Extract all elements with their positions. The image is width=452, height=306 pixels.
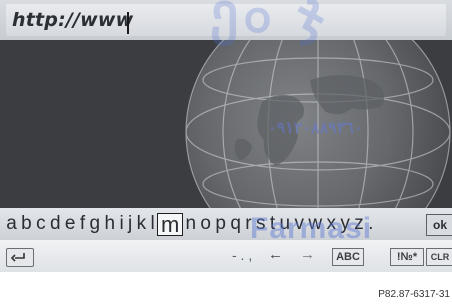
url-text: http://www [12,9,134,31]
char-key-d[interactable]: d [48,212,63,236]
back-arrow-icon [10,253,25,262]
globe-image [185,40,451,208]
char-key-a[interactable]: a [4,212,19,236]
char-key-e[interactable]: e [63,212,78,236]
image-code: P82.87-6317-31 [378,289,450,300]
char-key-q[interactable]: q [228,212,243,236]
footer: P82.87-6317-31 [0,272,452,306]
char-key-g[interactable]: g [87,212,102,236]
char-key-h[interactable]: h [102,212,117,236]
watermark-text: Farmasi [250,212,373,245]
character-bar: a b c d e f g h i j k l m n o p q r s t … [0,208,452,240]
char-key-j[interactable]: j [126,212,135,236]
numeric-button[interactable]: !№* [390,248,424,266]
back-button[interactable] [6,248,34,267]
content-area [0,40,452,208]
char-key-o[interactable]: o [198,212,213,236]
text-cursor [127,12,129,34]
char-key-k[interactable]: k [134,212,148,236]
symbol-keys[interactable]: - . , [232,247,252,263]
right-arrow-icon[interactable]: → [300,246,315,263]
char-key-n[interactable]: n [183,212,198,236]
left-arrow-icon[interactable]: ← [268,246,283,263]
char-key-l[interactable]: l [148,212,157,236]
abc-button[interactable]: ABC [332,248,364,266]
char-key-selected[interactable]: m [156,212,184,236]
char-key-p[interactable]: p [213,212,228,236]
char-key-i[interactable]: i [117,212,126,236]
watermark-phone: ٠٩١٢٠٨٨٩٣٦٠ [268,120,363,137]
char-key-c[interactable]: c [34,212,48,236]
char-key-f[interactable]: f [78,212,88,236]
browser-screen: http://www ეჿ ჯ ٠٩١٢٠٨٨٩٣٦٠ a b c d e f … [0,0,452,306]
watermark-logo: ეჿ ჯ [210,0,330,44]
clear-button[interactable]: CLR [426,248,452,266]
ok-button[interactable]: ok [426,214,452,236]
char-key-b[interactable]: b [19,212,34,236]
control-bar: - . , ← → ABC !№* CLR [0,240,452,272]
